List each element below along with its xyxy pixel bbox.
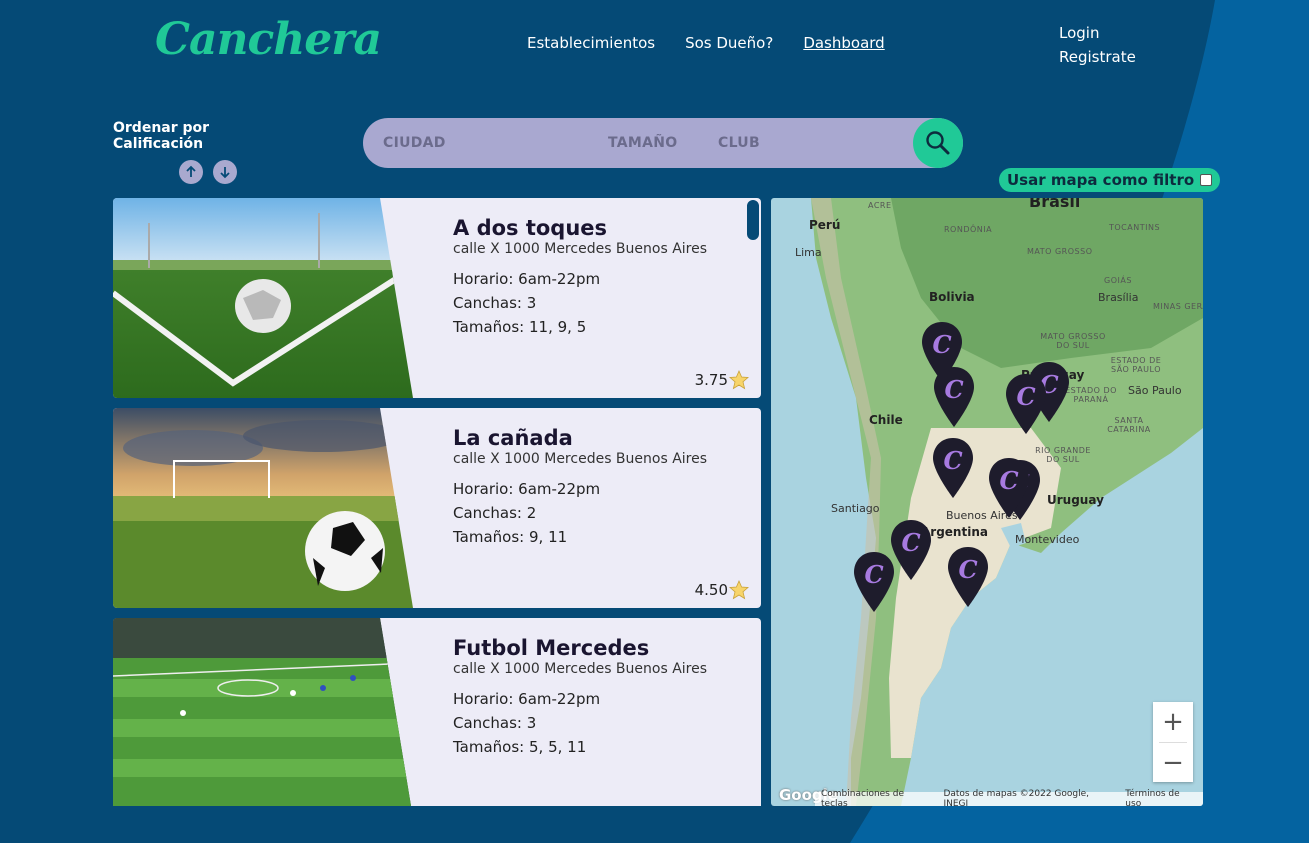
search-bar: CIUDAD TAMAÑO CLUB	[363, 118, 963, 168]
venue-hours: Horario: 6am-22pm	[453, 480, 601, 498]
svg-text:C: C	[943, 446, 962, 475]
zoom-in-button[interactable]: +	[1153, 702, 1193, 742]
map[interactable]: Brasil Perú Lima Bolivia Chile Paraguay …	[771, 198, 1203, 806]
map-label-minas: MINAS GERAI	[1153, 302, 1203, 311]
map-label-bolivia: Bolivia	[929, 290, 975, 304]
map-label-uruguay: Uruguay	[1047, 493, 1104, 507]
map-marker-icon[interactable]: C	[931, 436, 975, 502]
map-attribution: Combinaciones de teclas Datos de mapas ©…	[815, 789, 1203, 806]
sort-buttons	[113, 160, 303, 184]
sort-control: Ordenar por Calificación	[113, 120, 303, 184]
map-label-peru: Perú	[809, 218, 841, 232]
venue-address: calle X 1000 Mercedes Buenos Aires	[453, 241, 708, 257]
venue-info: Futbol Mercedes calle X 1000 Mercedes Bu…	[453, 636, 707, 759]
map-marker-icon[interactable]: C	[987, 456, 1031, 522]
auth-links: Login Registrate	[1059, 21, 1136, 69]
venue-hours: Horario: 6am-22pm	[453, 270, 601, 288]
map-label-chile: Chile	[869, 413, 903, 427]
nav-sos-dueno[interactable]: Sos Dueño?	[685, 34, 773, 52]
login-link[interactable]: Login	[1059, 21, 1136, 45]
venue-sizes: Tamaños: 5, 5, 11	[453, 738, 587, 756]
venue-photo	[113, 198, 413, 398]
search-icon	[926, 131, 950, 155]
venue-card[interactable]: Futbol Mercedes calle X 1000 Mercedes Bu…	[113, 618, 761, 806]
map-filter-checkbox[interactable]	[1200, 174, 1213, 186]
map-label-rondonia: RONDÔNIA	[944, 225, 993, 234]
sort-asc-button[interactable]	[179, 160, 203, 184]
map-filter-label: Usar mapa como filtro	[1007, 171, 1195, 189]
rating-value: 3.75	[694, 371, 728, 389]
svg-text:C: C	[932, 330, 951, 359]
map-label-goias: GOIÁS	[1104, 276, 1132, 285]
map-filter-toggle[interactable]: Usar mapa como filtro	[999, 168, 1221, 192]
zoom-controls: + −	[1153, 702, 1193, 782]
terms-link[interactable]: Términos de uso	[1125, 789, 1197, 806]
zoom-out-button[interactable]: −	[1153, 743, 1193, 783]
venue-sizes: Tamaños: 9, 11	[453, 528, 568, 546]
map-label-acre: ACRE	[868, 201, 892, 210]
map-marker-icon[interactable]: C	[946, 545, 990, 611]
map-label-montevideo: Montevideo	[1015, 533, 1080, 546]
map-label-estado-sp: ESTADO DE SÃO PAULO	[1110, 356, 1162, 374]
map-marker-icon[interactable]: C	[1004, 372, 1048, 438]
club-input[interactable]: CLUB	[718, 135, 760, 151]
venue-rating: 4.50	[695, 580, 749, 600]
venue-address: calle X 1000 Mercedes Buenos Aires	[453, 451, 708, 467]
map-data-credit: Datos de mapas ©2022 Google, INEGI	[943, 789, 1090, 806]
venue-photo	[113, 618, 413, 806]
map-marker-icon[interactable]: C	[932, 365, 976, 431]
venue-photo	[113, 408, 413, 608]
venue-list[interactable]: A dos toques calle X 1000 Mercedes Bueno…	[113, 198, 761, 806]
star-icon	[729, 370, 749, 390]
map-label-santa-catarina: SANTA CATARINA	[1107, 416, 1151, 434]
main-nav: Establecimientos Sos Dueño? Dashboard	[527, 34, 885, 52]
list-scrollbar[interactable]	[745, 198, 761, 242]
venue-card[interactable]: La cañada calle X 1000 Mercedes Buenos A…	[113, 408, 761, 608]
venue-courts: Canchas: 2	[453, 504, 537, 522]
city-input[interactable]: CIUDAD	[383, 135, 446, 151]
venue-info: A dos toques calle X 1000 Mercedes Bueno…	[453, 216, 707, 339]
logo[interactable]: Canchera	[155, 14, 382, 65]
nav-establecimientos[interactable]: Establecimientos	[527, 34, 655, 52]
sort-desc-button[interactable]	[213, 160, 237, 184]
venue-address: calle X 1000 Mercedes Buenos Aires	[453, 661, 708, 677]
svg-text:C: C	[864, 560, 883, 589]
register-link[interactable]: Registrate	[1059, 45, 1136, 69]
nav-dashboard[interactable]: Dashboard	[803, 34, 884, 52]
star-icon	[729, 580, 749, 600]
arrow-up-icon	[186, 165, 196, 177]
map-marker-icon[interactable]: C	[852, 550, 896, 616]
map-label-santiago: Santiago	[831, 502, 880, 515]
svg-text:C: C	[999, 466, 1018, 495]
svg-text:C: C	[944, 375, 963, 404]
svg-text:C: C	[958, 555, 977, 584]
map-label-mato-grosso-sul: MATO GROSSO DO SUL	[1040, 332, 1106, 350]
keyboard-shortcuts-link[interactable]: Combinaciones de teclas	[821, 789, 931, 806]
venue-courts: Canchas: 3	[453, 294, 537, 312]
venue-courts: Canchas: 3	[453, 714, 537, 732]
venue-info: La cañada calle X 1000 Mercedes Buenos A…	[453, 426, 707, 549]
map-label-sao-paulo: São Paulo	[1128, 384, 1182, 397]
arrow-down-icon	[220, 167, 230, 179]
map-label-mato-grosso: MATO GROSSO	[1027, 247, 1093, 256]
sort-label: Ordenar por Calificación	[113, 120, 210, 152]
venue-name: A dos toques	[453, 216, 608, 240]
size-input[interactable]: TAMAÑO	[608, 135, 677, 151]
venue-hours: Horario: 6am-22pm	[453, 690, 601, 708]
rating-value: 4.50	[694, 581, 728, 599]
venue-rating: 3.75	[695, 370, 749, 390]
svg-text:C: C	[901, 528, 920, 557]
venue-name: Futbol Mercedes	[453, 636, 650, 660]
map-label-brasil: Brasil	[1029, 198, 1081, 211]
map-label-brasilia: Brasília	[1098, 291, 1139, 304]
venue-name: La cañada	[453, 426, 573, 450]
search-button[interactable]	[913, 118, 963, 168]
map-label-rio-grande: RIO GRANDE DO SUL	[1035, 446, 1091, 464]
map-label-tocantins: TOCANTINS	[1109, 223, 1161, 232]
map-label-lima: Lima	[795, 246, 822, 259]
venue-card[interactable]: A dos toques calle X 1000 Mercedes Bueno…	[113, 198, 761, 398]
venue-sizes: Tamaños: 11, 9, 5	[453, 318, 587, 336]
svg-text:C: C	[1016, 382, 1035, 411]
